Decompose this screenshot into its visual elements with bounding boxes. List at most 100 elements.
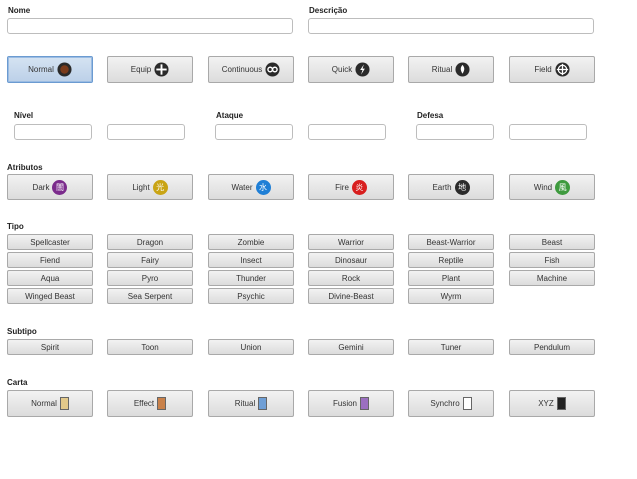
button-label: Insect [240,255,262,265]
ritual-card-icon [258,397,268,410]
type-button-wyrm[interactable]: Wyrm [408,288,494,304]
subtype-button-gemini[interactable]: Gemini [308,339,394,355]
button-label: Normal [31,399,57,408]
card-button-ritual[interactable]: Ritual [208,390,294,417]
equip-icon [154,62,169,77]
nivel-max-input[interactable] [107,124,185,140]
type-button-spellcaster[interactable]: Spellcaster [7,234,93,250]
button-label: Water [231,182,253,192]
button-label: Quick [331,65,353,74]
type-button-warrior[interactable]: Warrior [308,234,394,250]
type-button-pyro[interactable]: Pyro [107,270,193,286]
type-button-reptile[interactable]: Reptile [408,252,494,268]
card-button-xyz[interactable]: XYZ [509,390,595,417]
type-button-fish[interactable]: Fish [509,252,595,268]
defesa-max-input[interactable] [509,124,587,140]
type-button-divine-beast[interactable]: Divine-Beast [308,288,394,304]
button-label: Dinosaur [334,255,367,265]
ataque-min-input[interactable] [215,124,293,140]
spell-type-button-continuous[interactable]: Continuous [208,56,294,83]
card-button-fusion[interactable]: Fusion [308,390,394,417]
light-attribute-icon: 光 [152,179,168,195]
subtype-button-pendulum[interactable]: Pendulum [509,339,595,355]
button-label: Continuous [221,65,263,74]
defesa-label: Defesa [417,111,444,120]
button-label: Field [534,65,552,74]
attribute-button-water[interactable]: Water 水 [208,174,294,200]
button-label: Tuner [440,342,462,352]
attribute-button-earth[interactable]: Earth 地 [408,174,494,200]
type-button-beast[interactable]: Beast [509,234,595,250]
carta-label: Carta [7,378,28,387]
button-label: Plant [441,273,461,283]
button-label: Pendulum [533,342,571,352]
button-label: Synchro [430,399,460,408]
button-label: Winged Beast [25,291,75,301]
attribute-button-light[interactable]: Light 光 [107,174,193,200]
field-icon [555,62,570,77]
type-button-fairy[interactable]: Fairy [107,252,193,268]
type-button-dinosaur[interactable]: Dinosaur [308,252,394,268]
button-label: Sea Serpent [127,291,173,301]
subtype-button-spirit[interactable]: Spirit [7,339,93,355]
type-button-plant[interactable]: Plant [408,270,494,286]
earth-attribute-icon: 地 [454,179,470,195]
type-button-aqua[interactable]: Aqua [7,270,93,286]
button-label: Earth [432,182,452,192]
quick-play-icon [355,62,370,77]
button-label: Zombie [237,237,265,247]
defesa-min-input[interactable] [416,124,494,140]
type-button-rock[interactable]: Rock [308,270,394,286]
type-button-insect[interactable]: Insect [208,252,294,268]
button-label: Beast-Warrior [426,237,476,247]
subtype-button-toon[interactable]: Toon [107,339,193,355]
button-label: Light [132,182,150,192]
card-button-normal[interactable]: Normal [7,390,93,417]
button-label: Warrior [338,237,364,247]
type-button-winged-beast[interactable]: Winged Beast [7,288,93,304]
button-label: Union [240,342,262,352]
button-label: Reptile [438,255,464,265]
attribute-button-fire[interactable]: Fire 炎 [308,174,394,200]
ataque-label: Ataque [216,111,244,120]
type-button-fiend[interactable]: Fiend [7,252,93,268]
button-label: Psychic [237,291,265,301]
button-label: Effect [133,399,155,408]
button-label: Ritual [431,65,453,74]
card-button-effect[interactable]: Effect [107,390,193,417]
spell-type-button-normal[interactable]: Normal [7,56,93,83]
button-label: Dragon [136,237,164,247]
nome-input[interactable] [7,18,293,34]
button-label: Wyrm [440,291,462,301]
continuous-icon [265,62,280,77]
card-button-synchro[interactable]: Synchro [408,390,494,417]
spell-type-button-quick[interactable]: Quick [308,56,394,83]
button-label: Aqua [40,273,60,283]
type-button-sea-serpent[interactable]: Sea Serpent [107,288,193,304]
spell-type-button-field[interactable]: Field [509,56,595,83]
atributos-label: Atributos [7,163,43,172]
type-button-zombie[interactable]: Zombie [208,234,294,250]
subtipo-label: Subtipo [7,327,37,336]
subtype-button-union[interactable]: Union [208,339,294,355]
ataque-max-input[interactable] [308,124,386,140]
water-attribute-icon: 水 [255,179,271,195]
type-button-thunder[interactable]: Thunder [208,270,294,286]
type-button-machine[interactable]: Machine [509,270,595,286]
fusion-card-icon [360,397,369,410]
spell-type-button-ritual[interactable]: Ritual [408,56,494,83]
button-label: Toon [141,342,159,352]
button-label: Beast [541,237,563,247]
nivel-label: Nível [14,111,34,120]
type-button-dragon[interactable]: Dragon [107,234,193,250]
attribute-button-wind[interactable]: Wind 風 [509,174,595,200]
attribute-button-dark[interactable]: Dark 闇 [7,174,93,200]
nivel-min-input[interactable] [14,124,92,140]
subtype-button-tuner[interactable]: Tuner [408,339,494,355]
type-button-psychic[interactable]: Psychic [208,288,294,304]
spell-type-button-equip[interactable]: Equip [107,56,193,83]
descricao-label: Descrição [309,6,348,15]
fire-attribute-icon: 炎 [351,179,367,195]
descricao-input[interactable] [308,18,594,34]
type-button-beast-warrior[interactable]: Beast-Warrior [408,234,494,250]
